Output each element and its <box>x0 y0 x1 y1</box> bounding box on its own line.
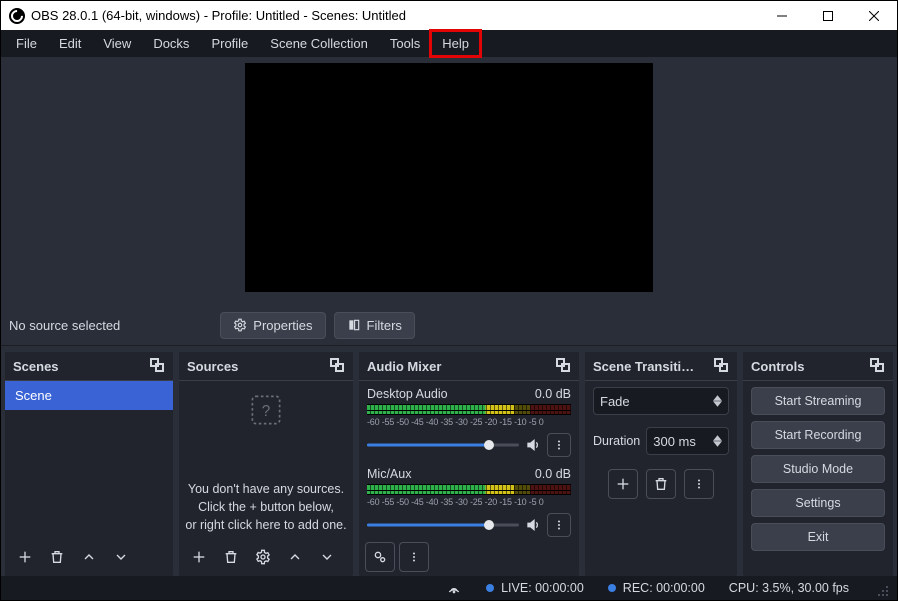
transitions-popout-button[interactable] <box>713 357 729 376</box>
status-cpu: CPU: 3.5%, 30.00 fps <box>729 581 849 595</box>
gear-icon <box>233 318 247 332</box>
menu-view[interactable]: View <box>92 31 142 56</box>
mixer-options-button[interactable] <box>399 542 429 572</box>
mixer-title: Audio Mixer <box>367 359 441 374</box>
transitions-dock: Scene Transiti… Fade Duration 300 ms <box>585 352 737 576</box>
window-minimize-button[interactable] <box>759 1 805 30</box>
scene-remove-button[interactable] <box>43 543 71 571</box>
channel-options-button[interactable] <box>547 433 571 457</box>
transition-remove-button[interactable] <box>646 469 676 499</box>
source-toolbar: No source selected Properties Filters <box>1 306 897 347</box>
sources-dock: Sources ? You don't have any sources. Cl… <box>179 352 353 576</box>
status-rec: REC: 00:00:00 <box>608 581 705 595</box>
meter-scale: -60 -55 -50 -45 -40 -35 -30 -25 -20 -15 … <box>367 417 571 427</box>
mute-button[interactable] <box>525 437 541 453</box>
studio-mode-button[interactable]: Studio Mode <box>751 455 885 483</box>
menu-file[interactable]: File <box>5 31 48 56</box>
menu-tools[interactable]: Tools <box>379 31 431 56</box>
transition-add-button[interactable] <box>608 469 638 499</box>
scenes-title: Scenes <box>13 359 59 374</box>
advanced-audio-button[interactable] <box>365 542 395 572</box>
settings-button[interactable]: Settings <box>751 489 885 517</box>
audio-channel-desktop: Desktop Audio 0.0 dB -60 -55 -50 -45 -40… <box>359 381 579 461</box>
statusbar: LIVE: 00:00:00 REC: 00:00:00 CPU: 3.5%, … <box>1 576 897 600</box>
controls-title: Controls <box>751 359 804 374</box>
audio-meter <box>367 404 571 415</box>
meter-scale: -60 -55 -50 -45 -40 -35 -30 -25 -20 -15 … <box>367 497 571 507</box>
channel-name: Desktop Audio <box>367 387 448 401</box>
menu-scene-collection[interactable]: Scene Collection <box>259 31 379 56</box>
window-titlebar: OBS 28.0.1 (64-bit, windows) - Profile: … <box>1 1 897 30</box>
resize-grip[interactable] <box>877 585 889 600</box>
start-recording-button[interactable]: Start Recording <box>751 421 885 449</box>
sources-list[interactable]: ? You don't have any sources. Click the … <box>179 381 353 538</box>
properties-button[interactable]: Properties <box>220 312 325 339</box>
filters-button[interactable]: Filters <box>334 312 415 339</box>
window-close-button[interactable] <box>851 1 897 30</box>
scenes-popout-button[interactable] <box>149 357 165 376</box>
duration-label: Duration <box>593 434 640 448</box>
controls-popout-button[interactable] <box>869 357 885 376</box>
source-move-down-button[interactable] <box>313 543 341 571</box>
transition-options-button[interactable] <box>684 469 714 499</box>
scene-move-down-button[interactable] <box>107 543 135 571</box>
scene-move-up-button[interactable] <box>75 543 103 571</box>
source-remove-button[interactable] <box>217 543 245 571</box>
status-live: LIVE: 00:00:00 <box>486 581 584 595</box>
video-preview[interactable] <box>245 63 653 292</box>
sources-empty-message: You don't have any sources. Click the + … <box>179 480 353 534</box>
source-properties-button[interactable] <box>249 543 277 571</box>
menu-help[interactable]: Help <box>431 31 480 56</box>
audio-meter <box>367 484 571 495</box>
status-broadcast-icon <box>446 580 462 596</box>
channel-name: Mic/Aux <box>367 467 411 481</box>
transitions-title: Scene Transiti… <box>593 359 694 374</box>
audio-mixer-dock: Audio Mixer Desktop Audio 0.0 dB -60 -55… <box>359 352 579 576</box>
channel-level: 0.0 dB <box>535 467 571 481</box>
menu-profile[interactable]: Profile <box>200 31 259 56</box>
mixer-popout-button[interactable] <box>555 357 571 376</box>
duration-input[interactable]: 300 ms <box>646 427 729 455</box>
scenes-dock: Scenes Scene <box>5 352 173 576</box>
app-icon <box>9 8 25 24</box>
source-add-button[interactable] <box>185 543 213 571</box>
volume-slider[interactable] <box>367 442 519 448</box>
sources-title: Sources <box>187 359 238 374</box>
exit-button[interactable]: Exit <box>751 523 885 551</box>
channel-options-button[interactable] <box>547 513 571 537</box>
transition-select[interactable]: Fade <box>593 387 729 415</box>
preview-area <box>1 57 897 306</box>
volume-slider[interactable] <box>367 522 519 528</box>
controls-dock: Controls Start Streaming Start Recording… <box>743 352 893 576</box>
scene-add-button[interactable] <box>11 543 39 571</box>
window-maximize-button[interactable] <box>805 1 851 30</box>
start-streaming-button[interactable]: Start Streaming <box>751 387 885 415</box>
sources-popout-button[interactable] <box>329 357 345 376</box>
window-title: OBS 28.0.1 (64-bit, windows) - Profile: … <box>31 8 406 23</box>
channel-level: 0.0 dB <box>535 387 571 401</box>
menu-docks[interactable]: Docks <box>142 31 200 56</box>
mute-button[interactable] <box>525 517 541 533</box>
menubar: File Edit View Docks Profile Scene Colle… <box>1 30 897 57</box>
scene-item[interactable]: Scene <box>5 381 173 410</box>
filters-icon <box>347 318 361 332</box>
audio-channel-mic: Mic/Aux 0.0 dB -60 -55 -50 -45 -40 -35 -… <box>359 461 579 538</box>
source-move-up-button[interactable] <box>281 543 309 571</box>
no-source-label: No source selected <box>9 318 120 333</box>
missing-sources-icon: ? <box>249 393 283 427</box>
svg-text:?: ? <box>262 403 271 420</box>
menu-edit[interactable]: Edit <box>48 31 92 56</box>
